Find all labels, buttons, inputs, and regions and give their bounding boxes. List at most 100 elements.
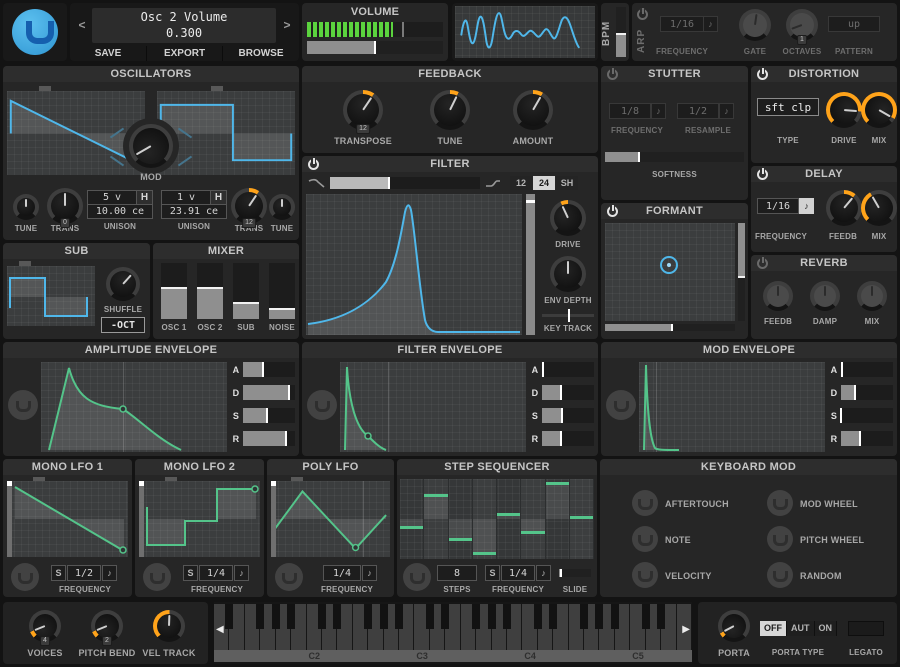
delay-mix-knob[interactable] bbox=[859, 188, 899, 228]
filter-decay-slider[interactable] bbox=[542, 385, 594, 400]
arp-pattern-value[interactable]: up bbox=[828, 16, 880, 32]
sequencer-step[interactable] bbox=[569, 479, 594, 559]
black-key[interactable] bbox=[610, 604, 619, 630]
black-key[interactable] bbox=[425, 604, 434, 630]
black-key[interactable] bbox=[580, 604, 589, 630]
sub-waveform-display[interactable] bbox=[7, 266, 95, 326]
stutter-resample-note-icon[interactable]: ♪ bbox=[719, 103, 734, 119]
black-key[interactable] bbox=[364, 604, 373, 630]
lfo1-note-sync-icon[interactable]: ♪ bbox=[102, 565, 117, 581]
filter-power-icon[interactable] bbox=[308, 158, 319, 170]
pitch-wheel-mod-source-button[interactable] bbox=[767, 526, 793, 552]
black-key[interactable] bbox=[271, 604, 280, 630]
lfo2-mod-source-button[interactable] bbox=[143, 563, 171, 591]
arp-note-sync-icon[interactable]: ♪ bbox=[703, 16, 718, 32]
sequencer-step[interactable] bbox=[400, 479, 425, 559]
filter-release-slider[interactable] bbox=[542, 431, 594, 446]
black-key[interactable] bbox=[533, 604, 542, 630]
amp-decay-slider[interactable] bbox=[243, 385, 295, 400]
patch-display[interactable]: Osc 2 Volume 0.300 bbox=[92, 8, 276, 43]
delay-note-sync-icon[interactable]: ♪ bbox=[799, 198, 814, 214]
lfo1-frequency-value[interactable]: 1/2 bbox=[67, 565, 101, 581]
stutter-frequency-value[interactable]: 1/8 bbox=[609, 103, 651, 119]
formant-xy-handle[interactable] bbox=[659, 256, 678, 275]
osc2-unison-detune[interactable]: 23.91 ce bbox=[161, 204, 227, 219]
reverb-mix-knob[interactable] bbox=[857, 281, 887, 311]
amp-attack-slider[interactable] bbox=[243, 362, 295, 377]
note-mod-source-button[interactable] bbox=[632, 526, 658, 552]
mod-attack-slider[interactable] bbox=[840, 362, 893, 377]
delay-power-icon[interactable] bbox=[757, 168, 768, 180]
stutter-frequency-note-icon[interactable]: ♪ bbox=[651, 103, 666, 119]
bpm-slider[interactable] bbox=[616, 7, 626, 57]
stutter-power-icon[interactable] bbox=[607, 68, 618, 80]
reverb-feedback-knob[interactable] bbox=[763, 281, 793, 311]
osc2-harmonize-button[interactable]: H bbox=[210, 190, 227, 205]
sequencer-step[interactable] bbox=[521, 479, 546, 559]
porta-auto-button[interactable]: AUT bbox=[787, 621, 815, 636]
mod-decay-slider[interactable] bbox=[841, 385, 893, 400]
sequencer-step[interactable] bbox=[472, 479, 497, 559]
sequencer-step[interactable] bbox=[497, 479, 522, 559]
delay-feedback-knob[interactable] bbox=[824, 188, 864, 228]
osc1-harmonize-button[interactable]: H bbox=[136, 190, 153, 205]
step-seq-note-sync-icon[interactable]: ♪ bbox=[536, 565, 551, 581]
porta-off-button[interactable]: OFF bbox=[760, 621, 787, 636]
delay-frequency-value[interactable]: 1/16 bbox=[757, 198, 799, 214]
reverb-power-icon[interactable] bbox=[757, 257, 768, 269]
arp-octaves-knob[interactable]: 1 bbox=[786, 9, 818, 45]
osc1-unison-detune[interactable]: 10.00 ce bbox=[87, 204, 153, 219]
poly-lfo-waveform-display[interactable] bbox=[271, 481, 390, 557]
filter-key-track-slider[interactable] bbox=[542, 309, 594, 322]
osc2-transpose-knob[interactable]: 12 bbox=[229, 186, 269, 228]
browse-button[interactable]: BROWSE bbox=[223, 46, 299, 61]
black-key[interactable] bbox=[395, 604, 404, 630]
formant-xy-pad[interactable] bbox=[605, 223, 735, 321]
poly-lfo-frequency-value[interactable]: 1/4 bbox=[323, 565, 361, 581]
filter-sustain-slider[interactable] bbox=[542, 408, 594, 423]
lfo2-frequency-value[interactable]: 1/4 bbox=[199, 565, 233, 581]
distortion-mix-knob[interactable] bbox=[859, 90, 899, 130]
osc1-tune-knob[interactable] bbox=[13, 194, 39, 220]
black-key[interactable] bbox=[595, 604, 604, 630]
black-key[interactable] bbox=[487, 604, 496, 630]
step-seq-mod-source-button[interactable] bbox=[403, 563, 431, 591]
filter-attack-slider[interactable] bbox=[541, 362, 594, 377]
poly-lfo-mod-source-button[interactable] bbox=[275, 563, 303, 591]
sub-octave-button[interactable]: -OCT bbox=[101, 317, 145, 333]
filter-24db-button[interactable]: 24 bbox=[533, 176, 555, 190]
volume-slider[interactable] bbox=[307, 41, 443, 54]
formant-y-slider[interactable] bbox=[738, 223, 745, 321]
export-button[interactable]: EXPORT bbox=[146, 46, 223, 61]
black-key[interactable] bbox=[225, 604, 234, 630]
poly-lfo-note-sync-icon[interactable]: ♪ bbox=[362, 565, 377, 581]
voices-knob[interactable]: 4 bbox=[29, 610, 61, 646]
mixer-osc2-slider[interactable] bbox=[197, 263, 223, 319]
step-seq-frequency-value[interactable]: 1/4 bbox=[501, 565, 535, 581]
black-key[interactable] bbox=[657, 604, 666, 630]
arp-gate-knob[interactable] bbox=[739, 9, 771, 41]
pitch-bend-knob[interactable]: 2 bbox=[91, 610, 123, 646]
black-key[interactable] bbox=[256, 604, 265, 630]
filter-shelf-button[interactable]: SH bbox=[556, 176, 578, 190]
mixer-sub-slider[interactable] bbox=[233, 263, 259, 319]
filter-response-display[interactable] bbox=[306, 194, 522, 335]
keyboard-keys[interactable] bbox=[214, 604, 692, 650]
random-mod-source-button[interactable] bbox=[767, 562, 793, 588]
step-seq-seconds-button[interactable]: S bbox=[485, 565, 500, 581]
stutter-softness-slider[interactable] bbox=[605, 152, 744, 162]
lfo1-seconds-button[interactable]: S bbox=[51, 565, 66, 581]
mod-sustain-slider[interactable] bbox=[840, 408, 893, 423]
black-key[interactable] bbox=[549, 604, 558, 630]
feedback-transpose-knob[interactable]: 12 bbox=[340, 87, 386, 134]
black-key[interactable] bbox=[472, 604, 481, 630]
sub-shuffle-knob[interactable] bbox=[104, 265, 142, 303]
black-key[interactable] bbox=[333, 604, 342, 630]
distortion-power-icon[interactable] bbox=[757, 68, 768, 80]
mixer-osc1-slider[interactable] bbox=[161, 263, 187, 319]
patch-next-button[interactable]: > bbox=[279, 13, 295, 37]
velocity-mod-source-button[interactable] bbox=[632, 562, 658, 588]
sequencer-step[interactable] bbox=[545, 479, 570, 559]
porta-knob[interactable] bbox=[717, 609, 751, 643]
step-seq-slide-slider[interactable] bbox=[559, 569, 591, 577]
